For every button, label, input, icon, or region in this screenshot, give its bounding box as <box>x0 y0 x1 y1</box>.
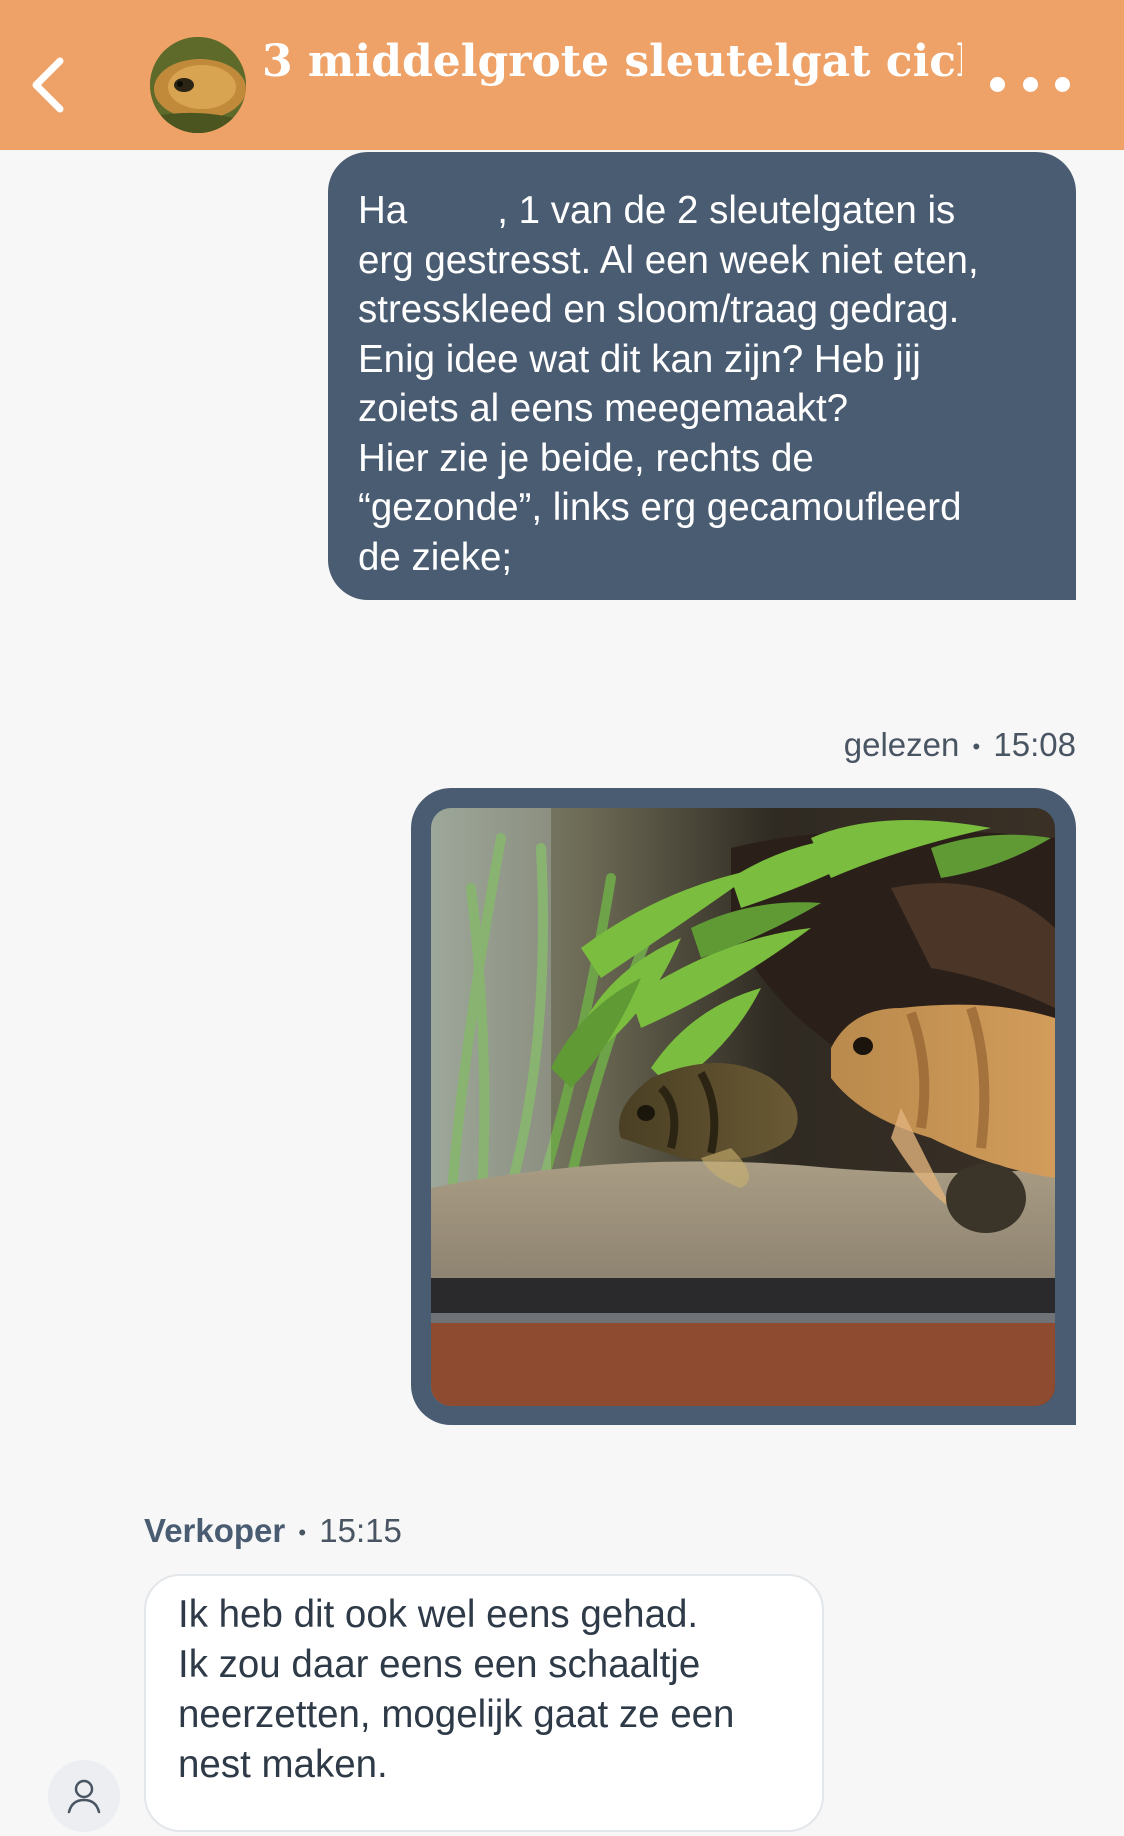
fish-thumbnail-image <box>150 37 246 133</box>
message-line: Ha , 1 van de 2 sleutelgaten is <box>358 186 1046 236</box>
sender-name: Verkoper <box>144 1512 286 1549</box>
message-line: nest maken. <box>178 1743 388 1786</box>
message-time: 15:15 <box>319 1512 402 1549</box>
aquarium-photo[interactable] <box>431 808 1055 1406</box>
message-time: 15:08 <box>993 726 1076 763</box>
meta-separator: • <box>972 734 981 760</box>
message-line: Ik heb dit ook wel eens gehad. <box>178 1593 699 1636</box>
incoming-message-bubble[interactable]: Ik heb dit ook wel eens gehad. Ik zou da… <box>144 1574 824 1832</box>
message-line: Enig idee wat dit kan zijn? Heb jij <box>358 337 921 381</box>
app-header: 3 middelgrote sleutelgat cichl... <box>0 0 1124 150</box>
message-line-text: , 1 van de 2 sleutelgaten is <box>497 189 956 232</box>
aquarium-photo-image <box>431 808 1055 1406</box>
user-icon <box>67 1779 101 1814</box>
message-greeting: Ha <box>358 189 408 232</box>
outgoing-message-bubble[interactable]: Ha , 1 van de 2 sleutelgaten is erg gestr… <box>328 152 1076 600</box>
message-line: Hier zie je beide, rechts de <box>358 436 814 480</box>
listing-avatar[interactable] <box>150 37 246 133</box>
message-line: de zieke; <box>358 535 513 579</box>
meta-separator: • <box>298 1520 307 1546</box>
message-line: neerzetten, mogelijk gaat ze een <box>178 1693 735 1736</box>
message-line: zoiets al eens meegemaakt? <box>358 387 849 430</box>
chevron-left-icon <box>32 57 64 113</box>
more-horizontal-icon <box>990 76 1005 92</box>
message-line: Ik zou daar eens een schaaltje <box>178 1643 701 1686</box>
more-options-button[interactable] <box>990 68 1070 100</box>
back-button[interactable] <box>18 45 78 125</box>
outgoing-message-meta: gelezen • 15:08 <box>844 726 1076 764</box>
conversation-title[interactable]: 3 middelgrote sleutelgat cichl... <box>262 32 962 92</box>
read-status: gelezen <box>843 726 960 763</box>
incoming-message-meta: Verkoper • 15:15 <box>144 1512 402 1550</box>
more-dot <box>1055 76 1070 92</box>
outgoing-image-message[interactable] <box>411 788 1076 1425</box>
sender-avatar[interactable] <box>48 1760 120 1832</box>
message-line: erg gestresst. Al een week niet eten, <box>358 238 979 282</box>
message-line: stresskleed en sloom/traag gedrag. <box>358 288 960 331</box>
message-line: “gezonde”, links erg gecamoufleerd <box>358 486 962 529</box>
more-dot <box>1022 76 1038 92</box>
